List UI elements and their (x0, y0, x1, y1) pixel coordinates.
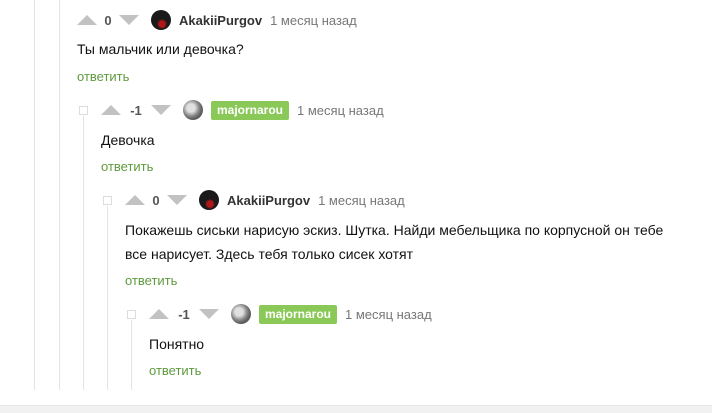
comment-text: Понятно (149, 336, 205, 352)
collapse-icon[interactable] (103, 196, 112, 205)
arrow-down-icon[interactable] (119, 15, 139, 25)
arrow-up-icon[interactable] (149, 309, 169, 319)
arrow-up-icon[interactable] (125, 195, 145, 205)
comment-text: Покажешь сиськи нарисую эскиз. Шутка. На… (125, 222, 664, 238)
author-name[interactable]: majornarou (211, 100, 290, 120)
arrow-down-icon[interactable] (167, 195, 187, 205)
comment-header: -1 majornarou 1 месяц назад (101, 99, 384, 121)
comment-time[interactable]: 1 месяц назад (270, 13, 357, 28)
comment-header: 0 AkakiiPurgov 1 месяц назад (125, 189, 405, 211)
comment-score: 0 (104, 12, 112, 28)
arrow-down-icon[interactable] (151, 105, 171, 115)
avatar[interactable] (151, 10, 171, 30)
comment-text: Девочка (101, 132, 155, 148)
comment-header: -1 majornarou 1 месяц назад (149, 303, 432, 325)
comment-text: Ты мальчик или девочка? (77, 41, 244, 57)
author-name[interactable]: AkakiiPurgov (179, 13, 262, 28)
comment-score: -1 (130, 102, 142, 118)
avatar[interactable] (199, 190, 219, 210)
comment-header: 0 AkakiiPurgov 1 месяц назад (77, 9, 357, 31)
comment-time[interactable]: 1 месяц назад (345, 307, 432, 322)
comment-text: все нарисует. Здесь тебя только сисек хо… (125, 246, 414, 262)
comment-score: -1 (178, 306, 190, 322)
avatar[interactable] (183, 100, 203, 120)
reply-link[interactable]: ответить (101, 159, 153, 174)
reply-link[interactable]: ответить (77, 69, 129, 84)
author-name[interactable]: majornarou (259, 304, 338, 324)
thread-line (131, 320, 132, 390)
reply-link[interactable]: ответить (149, 363, 201, 378)
arrow-down-icon[interactable] (199, 309, 219, 319)
comment-time[interactable]: 1 месяц назад (318, 193, 405, 208)
collapse-icon[interactable] (127, 310, 136, 319)
collapse-icon[interactable] (79, 106, 88, 115)
arrow-up-icon[interactable] (101, 105, 121, 115)
thread-line (34, 0, 35, 390)
comment-time[interactable]: 1 месяц назад (297, 103, 384, 118)
reply-link[interactable]: ответить (125, 273, 177, 288)
thread-line (59, 0, 60, 390)
arrow-up-icon[interactable] (77, 15, 97, 25)
avatar[interactable] (231, 304, 251, 324)
comment-score: 0 (152, 192, 160, 208)
thread-line (107, 206, 108, 390)
author-name[interactable]: AkakiiPurgov (227, 193, 310, 208)
thread-line (83, 116, 84, 390)
